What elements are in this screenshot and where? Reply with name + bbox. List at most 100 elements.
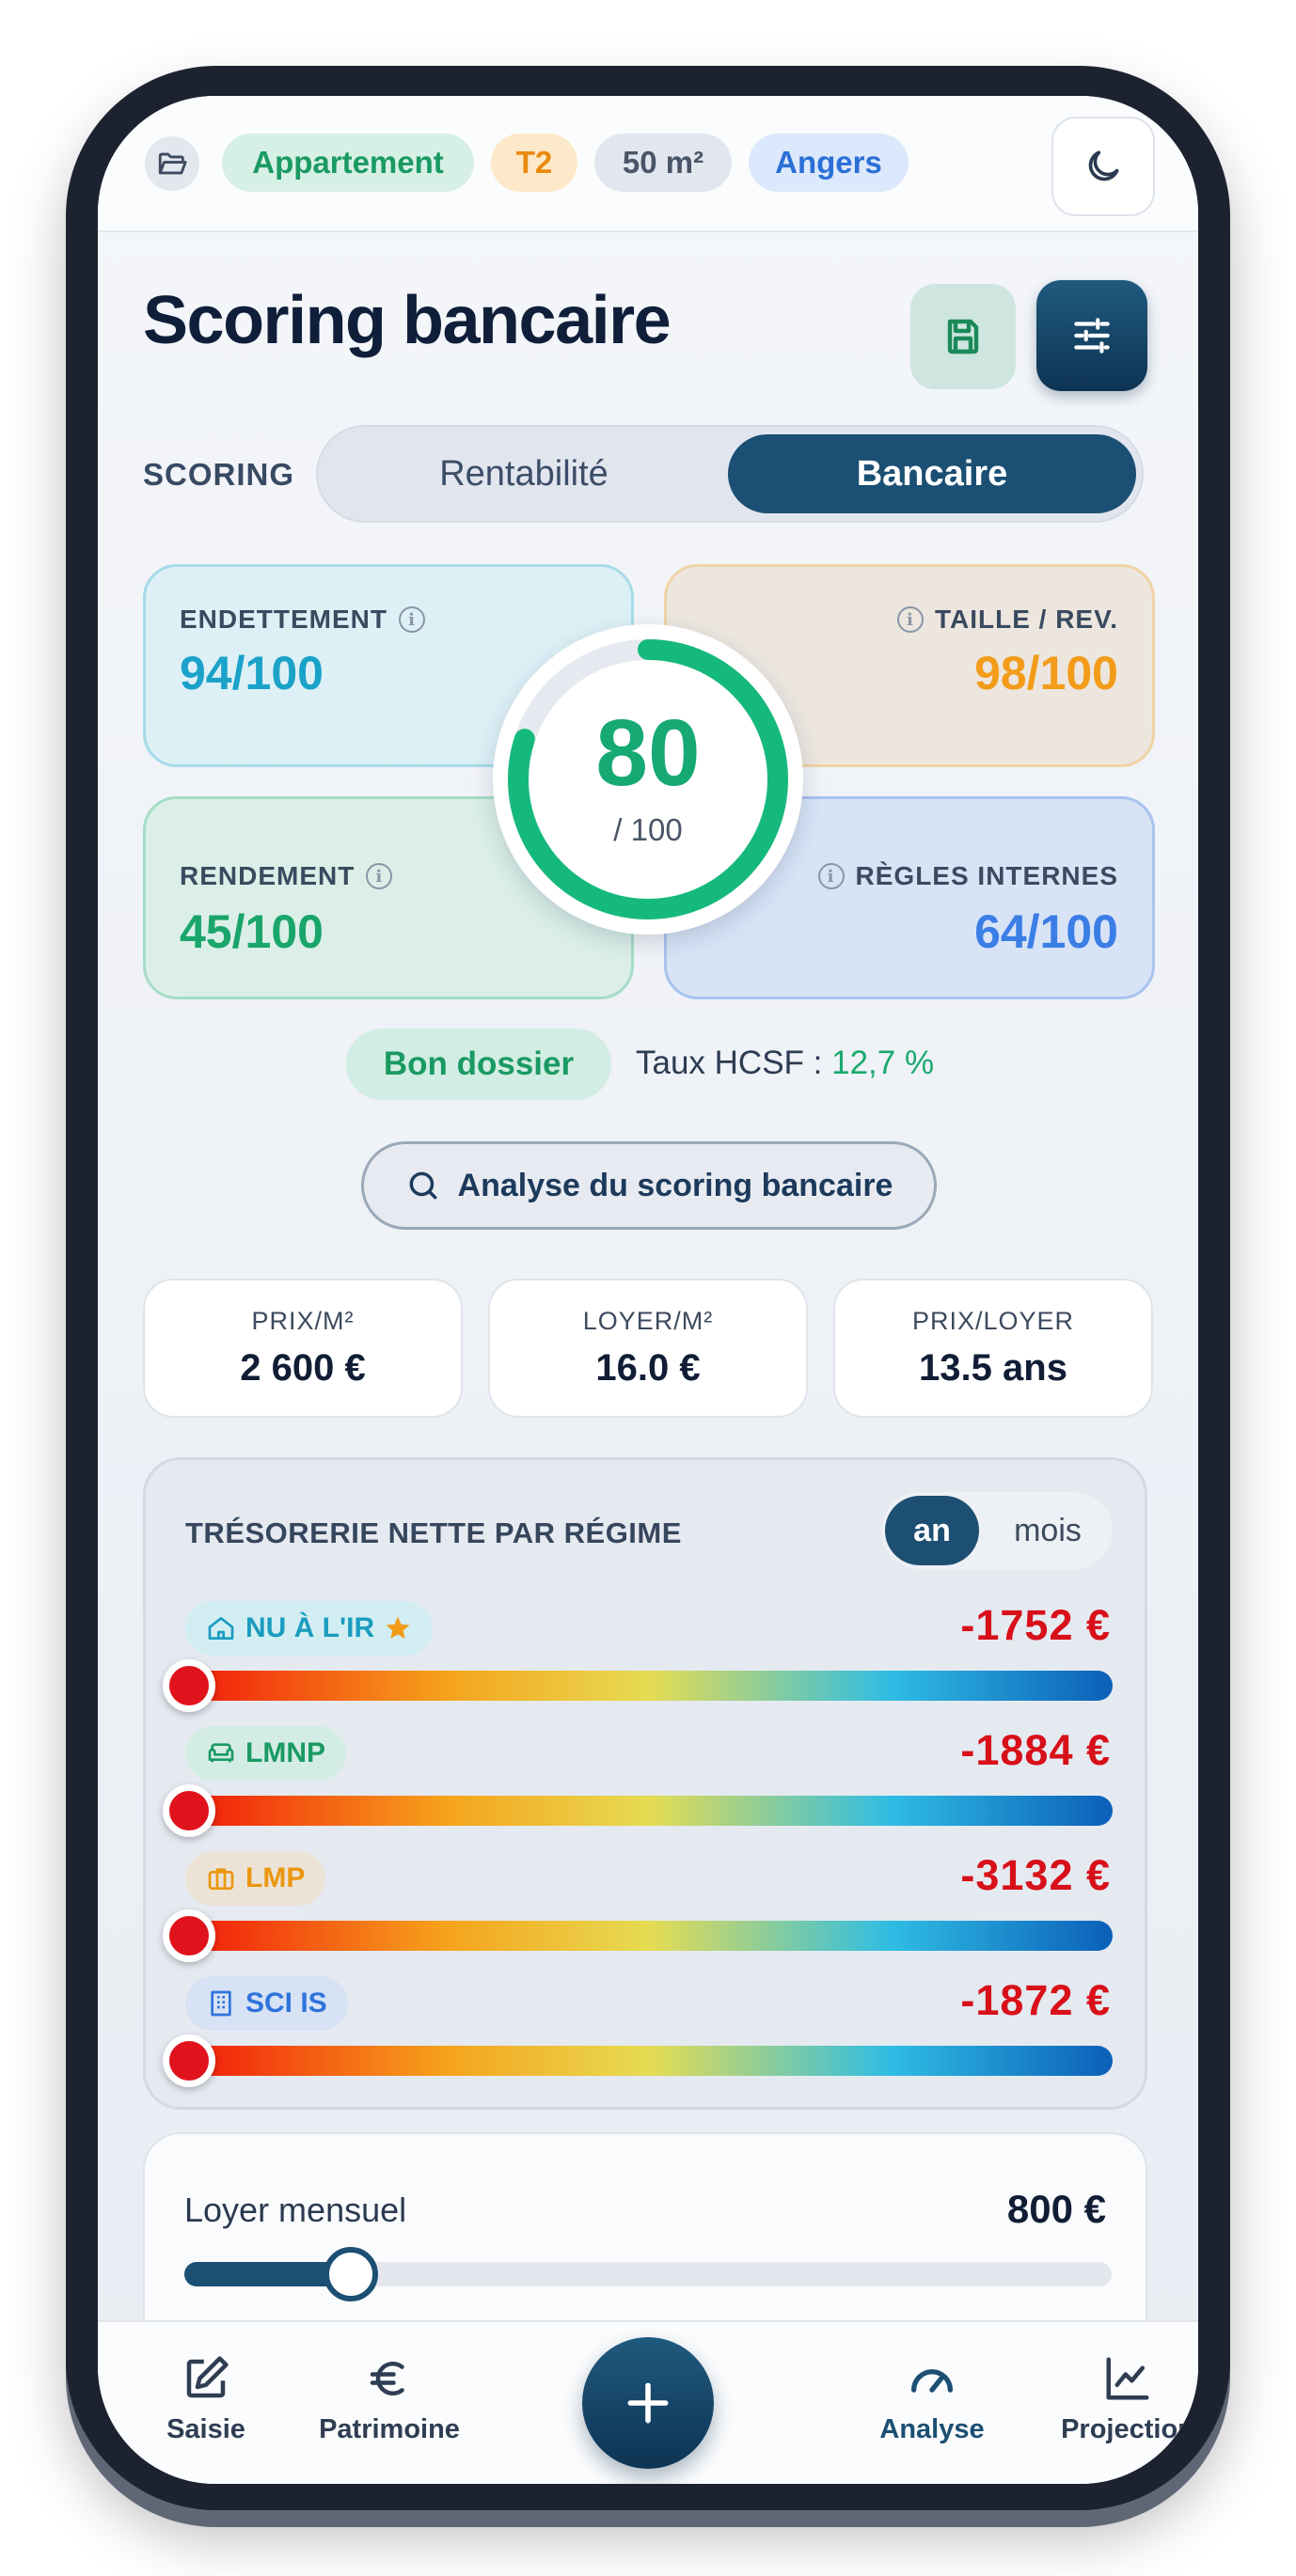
page-title: Scoring bancaire (143, 283, 672, 358)
nav-label: Analyse (879, 2414, 985, 2444)
regime-row-sci-is: SCI IS -1872 € (146, 1976, 1150, 2098)
score-card-label: RÈGLES INTERNES (855, 861, 1118, 890)
search-icon (409, 1171, 436, 1200)
save-icon (947, 319, 979, 354)
regime-amount: -1752 € (960, 1601, 1111, 1649)
period-option-mois[interactable]: mois (992, 1496, 1103, 1565)
regime-row-nu-ir: NU À L'IR -1752 € (146, 1601, 1150, 1723)
global-score-max: / 100 (613, 812, 683, 847)
period-toggle: an mois (881, 1492, 1113, 1569)
loyer-value: 800 € (1006, 2187, 1106, 2231)
regime-row-lmp: LMP -3132 € (146, 1851, 1150, 1973)
chart-line-icon (1106, 2357, 1149, 2400)
regime-gradient-bar (185, 1796, 1113, 1826)
hcsf-label: Taux HCSF : (636, 1045, 823, 1081)
regime-name: LMNP (245, 1737, 325, 1768)
building-icon (211, 1990, 231, 2017)
euro-icon (370, 2362, 404, 2395)
plus-icon (627, 2382, 669, 2424)
app-screen: Appartement T2 50 m² Angers Scoring banc… (98, 96, 1198, 2484)
global-score-value: 80 (595, 700, 701, 806)
score-card-label-wrap: i RÈGLES INTERNES (817, 861, 1118, 891)
score-card-value: 98/100 (974, 647, 1118, 699)
regime-tag[interactable]: SCI IS (185, 1976, 348, 2031)
info-icon[interactable]: i (366, 863, 393, 889)
chip-layout[interactable]: T2 (491, 134, 577, 192)
scoring-segmented-control: Rentabilité Bancaire (316, 425, 1144, 523)
regime-name: SCI IS (245, 1987, 327, 2018)
score-card-value: 45/100 (180, 905, 324, 958)
settings-button[interactable] (1036, 280, 1147, 391)
stat-prix-m2: PRIX/M² 2 600 € (143, 1279, 463, 1418)
sofa-icon (208, 1743, 234, 1763)
period-option-an[interactable]: an (885, 1496, 979, 1565)
verdict-badge: Bon dossier (346, 1029, 611, 1100)
score-card-label-wrap: i TAILLE / REV. (896, 605, 1118, 635)
score-card-label-wrap: ENDETTEMENT i (180, 605, 425, 635)
folder-button[interactable] (145, 136, 199, 191)
score-card-label: ENDETTEMENT (180, 605, 387, 634)
loyer-slider-handle[interactable] (324, 2247, 379, 2301)
score-card-value: 64/100 (974, 905, 1118, 958)
score-card-label: TAILLE / REV. (934, 605, 1118, 634)
hcsf-rate: Taux HCSF : 12,7 % (636, 1045, 934, 1082)
gauge-icon (911, 2369, 953, 2393)
regime-level-marker (163, 1909, 215, 1962)
regime-tag[interactable]: LMP (185, 1851, 326, 1906)
analyse-scoring-button[interactable]: Analyse du scoring bancaire (361, 1141, 937, 1230)
save-button[interactable] (910, 284, 1016, 389)
nav-item-patrimoine[interactable]: Patrimoine (300, 2350, 479, 2445)
tresorerie-title: TRÉSORERIE NETTE PAR RÉGIME (185, 1516, 682, 1549)
stat-loyer-m2: LOYER/M² 16.0 € (488, 1279, 808, 1418)
regime-level-marker (163, 1659, 215, 1712)
loyer-label: Loyer mensuel (184, 2191, 407, 2229)
nav-item-analyse[interactable]: Analyse (843, 2350, 1021, 2445)
nav-label: Patrimoine (319, 2414, 460, 2444)
regime-name: NU À L'IR (245, 1612, 375, 1643)
add-button[interactable] (582, 2337, 714, 2469)
stat-label: PRIX/LOYER (911, 1307, 1075, 1335)
stat-value: 13.5 ans (919, 1347, 1067, 1389)
chip-city[interactable]: Angers (749, 134, 909, 192)
briefcase-icon (208, 1868, 234, 1890)
analyse-scoring-label: Analyse du scoring bancaire (457, 1167, 893, 1203)
regime-level-marker (163, 2034, 215, 2087)
house-icon (208, 1617, 234, 1640)
star-icon (386, 1616, 410, 1640)
score-card-label: RENDEMENT (180, 861, 356, 890)
theme-toggle-button[interactable] (1051, 117, 1155, 216)
regime-name: LMP (245, 1862, 306, 1893)
info-icon[interactable]: i (817, 863, 845, 889)
stat-label: PRIX/M² (251, 1307, 355, 1335)
stat-value: 16.0 € (595, 1347, 701, 1389)
info-icon[interactable]: i (896, 606, 924, 633)
score-card-label-wrap: RENDEMENT i (180, 861, 393, 891)
nav-label: Saisie (166, 2414, 245, 2444)
score-card-value: 94/100 (180, 647, 324, 699)
nav-label: Projection (1061, 2414, 1194, 2444)
tab-bancaire[interactable]: Bancaire (728, 434, 1136, 513)
regime-amount: -3132 € (960, 1851, 1111, 1899)
regime-gradient-bar (185, 1921, 1113, 1951)
stat-value: 2 600 € (240, 1347, 366, 1389)
regime-amount: -1884 € (960, 1726, 1111, 1774)
nav-item-saisie[interactable]: Saisie (117, 2350, 295, 2445)
stat-prix-loyer: PRIX/LOYER 13.5 ans (833, 1279, 1153, 1418)
scoring-label: SCORING (143, 457, 295, 492)
moon-icon (1088, 150, 1119, 181)
nav-item-projection[interactable]: Projection (1038, 2350, 1198, 2445)
regime-amount: -1872 € (960, 1976, 1111, 2024)
regime-gradient-bar (185, 2046, 1113, 2076)
stat-label: LOYER/M² (582, 1307, 714, 1335)
tresorerie-panel: TRÉSORERIE NETTE PAR RÉGIME an mois NU À… (143, 1457, 1147, 2110)
regime-level-marker (163, 1784, 215, 1837)
chip-surface[interactable]: 50 m² (594, 134, 732, 192)
info-icon[interactable]: i (399, 606, 425, 633)
folder-open-icon (158, 152, 187, 175)
hcsf-value: 12,7 % (831, 1045, 935, 1081)
regime-tag[interactable]: LMNP (185, 1726, 346, 1781)
chip-property-type[interactable]: Appartement (222, 134, 474, 192)
tab-rentabilite[interactable]: Rentabilité (325, 434, 722, 513)
regime-gradient-bar (185, 1671, 1113, 1701)
regime-tag[interactable]: NU À L'IR (185, 1601, 434, 1656)
